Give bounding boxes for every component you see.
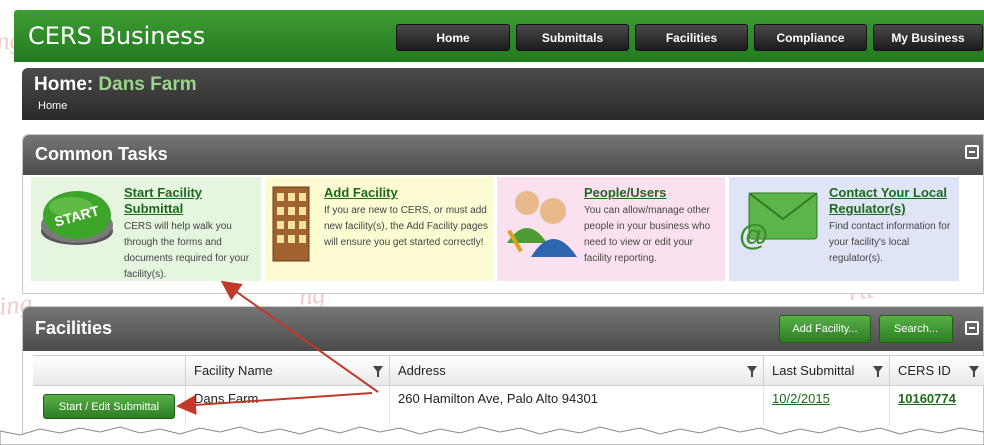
- annotation-arrow: [176, 392, 373, 415]
- annotation-arrows: [176, 280, 379, 415]
- annotation-arrow: [220, 280, 379, 393]
- torn-edge: [0, 426, 984, 445]
